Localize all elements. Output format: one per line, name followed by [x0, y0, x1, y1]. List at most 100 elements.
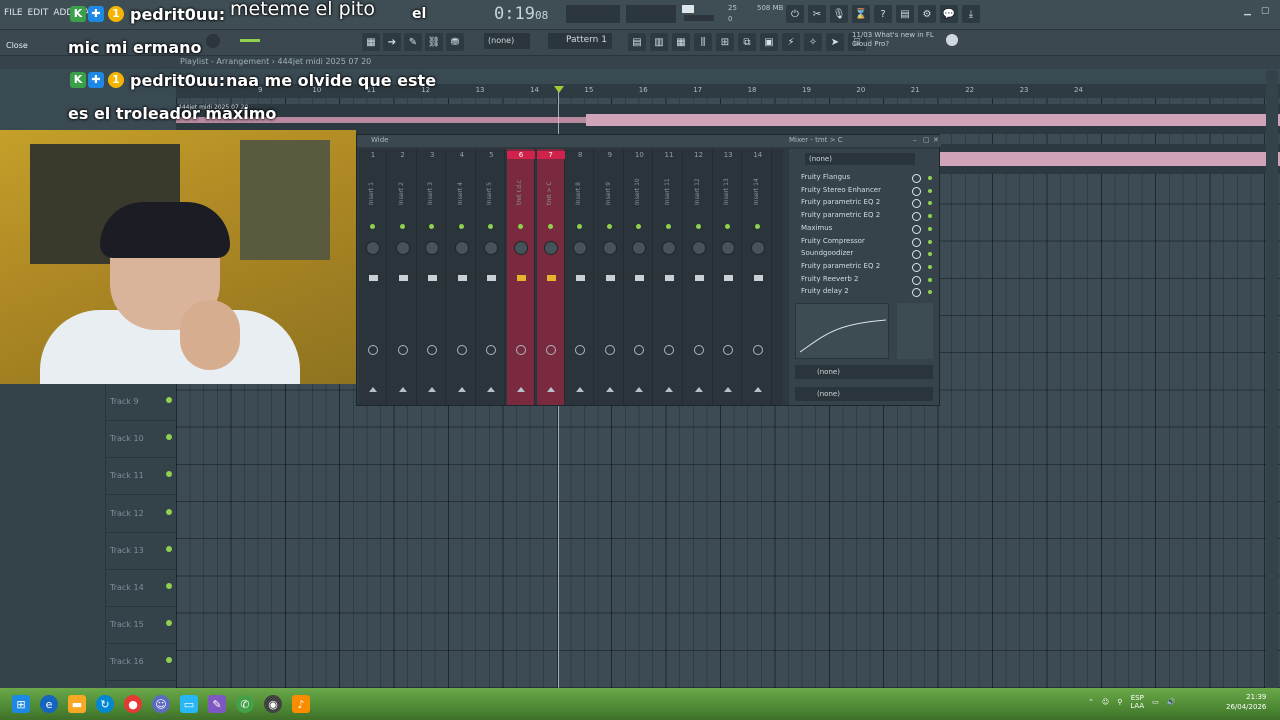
track-mute-led[interactable] — [166, 471, 172, 478]
strip-route-knob[interactable] — [368, 345, 378, 355]
strip-send-arrow-icon[interactable] — [694, 387, 703, 392]
strip-enable-led[interactable] — [429, 224, 435, 229]
strip-enable-led[interactable] — [577, 224, 583, 229]
chat-icon[interactable]: 💬 — [940, 5, 958, 23]
fl-studio-icon[interactable]: ♪ — [292, 695, 310, 713]
maximize-icon[interactable]: ▢ — [1261, 6, 1270, 16]
eq-preview[interactable] — [795, 303, 889, 359]
news-globe-icon[interactable] — [946, 34, 958, 46]
track-mute-led[interactable] — [166, 657, 172, 664]
track-header[interactable]: Track 9 — [106, 384, 176, 421]
strip-pan-knob[interactable] — [366, 241, 380, 255]
strip-route-knob[interactable] — [723, 345, 734, 355]
wait-icon[interactable]: ⌛ — [852, 5, 870, 23]
fx-mix-knob[interactable] — [912, 250, 921, 260]
tray-network-icon[interactable]: ⚲ — [1117, 698, 1122, 706]
track-header[interactable]: Track 11 — [106, 458, 176, 496]
strip-pan-knob[interactable] — [721, 241, 736, 255]
tray-volume-icon[interactable]: 🔊 — [1167, 698, 1176, 706]
vertical-scrollbar[interactable] — [1266, 70, 1278, 688]
strip-route-knob[interactable] — [545, 345, 556, 355]
tools-icon[interactable]: ✧ — [804, 33, 822, 51]
fx-mix-knob[interactable] — [912, 237, 921, 247]
strip-enable-led[interactable] — [606, 224, 612, 229]
fx-slot[interactable]: Soundgoodizer — [795, 249, 935, 261]
master-slider[interactable] — [240, 39, 260, 42]
discord-icon[interactable]: ☺ — [152, 695, 170, 713]
strip-send-arrow-icon[interactable] — [369, 387, 377, 392]
start-icon[interactable]: ⊞ — [12, 695, 30, 713]
strip-send-arrow-icon[interactable] — [517, 387, 525, 392]
strip-pan-knob[interactable] — [514, 241, 528, 255]
strip-enable-led[interactable] — [518, 224, 523, 229]
track-mute-led[interactable] — [166, 545, 172, 552]
fx-enable-led[interactable] — [928, 252, 932, 257]
edge-icon[interactable]: e — [40, 695, 58, 713]
stamp-icon[interactable]: ⛃ — [446, 33, 464, 51]
strip-route-knob[interactable] — [693, 345, 704, 355]
strip-pan-knob[interactable] — [573, 241, 588, 255]
mixer-strip[interactable]: 7 tmt > C — [536, 149, 565, 405]
strip-volume-fader[interactable] — [605, 275, 615, 281]
fx-mix-knob[interactable] — [912, 174, 921, 183]
strip-volume-fader[interactable] — [428, 275, 438, 281]
strip-volume-fader[interactable] — [457, 275, 467, 281]
playlist-icon[interactable]: ▤ — [628, 33, 646, 51]
strip-route-knob[interactable] — [752, 345, 763, 355]
minimize-icon[interactable]: ▁ — [1244, 6, 1251, 16]
strip-enable-led[interactable] — [399, 224, 405, 229]
mixer-strip[interactable]: 6 tmt r.d.c — [507, 149, 535, 405]
pencil-icon[interactable]: ✎ — [404, 33, 422, 51]
strip-volume-fader[interactable] — [576, 275, 586, 281]
strip-enable-led[interactable] — [547, 224, 553, 229]
fx-slot[interactable]: Maximus — [795, 224, 935, 236]
strip-send-arrow-icon[interactable] — [398, 387, 407, 392]
fx-slot[interactable]: Fruity parametric EQ 2 — [795, 211, 935, 223]
close-button[interactable]: Close — [6, 41, 28, 50]
mixer-strip[interactable]: 14 Insert 14 — [744, 149, 772, 405]
strip-enable-led[interactable] — [666, 224, 671, 229]
strip-route-knob[interactable] — [397, 345, 408, 355]
track-mute-led[interactable] — [166, 434, 172, 441]
help-icon[interactable]: ? — [874, 5, 892, 23]
track-mute-led[interactable] — [166, 508, 172, 515]
fx-mix-knob[interactable] — [912, 275, 921, 285]
mixer-strip[interactable]: 8 Insert 8 — [566, 149, 595, 405]
strip-pan-knob[interactable] — [484, 241, 499, 255]
keyboard-icon[interactable]: ▦ — [362, 33, 380, 51]
strip-volume-fader[interactable] — [398, 275, 408, 281]
strip-send-arrow-icon[interactable] — [487, 387, 496, 392]
fx-slot[interactable]: Fruity delay 2 — [795, 287, 935, 299]
strip-route-knob[interactable] — [634, 345, 645, 355]
strip-send-arrow-icon[interactable] — [546, 387, 555, 392]
mixer-strip[interactable]: 1 Insert 1 — [359, 149, 387, 405]
strip-pan-knob[interactable] — [632, 241, 647, 255]
pattern-selector[interactable]: Pattern 1 — [548, 33, 612, 49]
track-header[interactable]: Track 15 — [106, 607, 176, 645]
mixer-strip[interactable]: 13 Insert 13 — [714, 149, 743, 405]
tray-display-icon[interactable]: ▭ — [1152, 698, 1159, 706]
tray-clock[interactable]: 21:39 26/04/2026 — [1226, 692, 1266, 712]
output-slot[interactable]: (none) — [795, 387, 933, 401]
strip-send-arrow-icon[interactable] — [724, 387, 733, 392]
strip-route-knob[interactable] — [664, 345, 674, 355]
strip-pan-knob[interactable] — [602, 241, 617, 255]
fx-enable-led[interactable] — [928, 290, 932, 295]
strip-volume-fader[interactable] — [724, 275, 734, 281]
fx-volume-fader[interactable] — [897, 303, 933, 359]
strip-volume-fader[interactable] — [665, 275, 674, 281]
mixer-titlebar[interactable]: Wide Mixer - tmt > C – ▢ ✕ — [357, 135, 941, 147]
cut-icon[interactable]: ✂ — [808, 5, 826, 23]
fx-enable-led[interactable] — [928, 239, 932, 244]
master-pitch-display[interactable] — [626, 5, 676, 23]
tray-chevron-icon[interactable]: ⌃ — [1088, 698, 1094, 706]
fx-mix-knob[interactable] — [912, 212, 921, 222]
strip-volume-fader[interactable] — [694, 275, 704, 281]
strip-volume-fader[interactable] — [369, 275, 378, 281]
fx-enable-led[interactable] — [928, 176, 932, 180]
strip-send-arrow-icon[interactable] — [428, 387, 437, 392]
strip-pan-knob[interactable] — [691, 241, 706, 255]
mixer-icon[interactable]: ⫼ — [694, 33, 712, 51]
strip-send-arrow-icon[interactable] — [576, 387, 585, 392]
fx-enable-led[interactable] — [928, 214, 932, 219]
